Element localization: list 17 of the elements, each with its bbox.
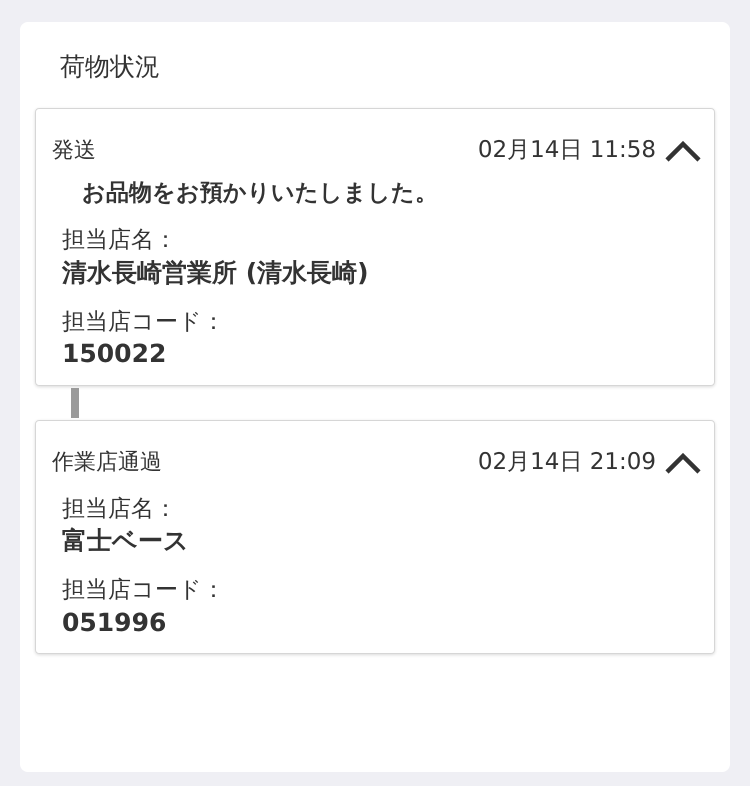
chevron-up-icon[interactable] (664, 450, 702, 475)
field-label: 担当店コード： (62, 308, 226, 336)
field-label: 担当店コード： (62, 576, 226, 605)
event-message: お品物をお預かりいたしました。 (82, 178, 439, 208)
field-value: 051996 (62, 606, 168, 639)
field-value: 150022 (62, 338, 168, 370)
event-status: 発送 (52, 138, 96, 164)
event-time: 02月14日 11:58 (478, 137, 656, 165)
field-label: 担当店名： (62, 226, 178, 256)
field-value: 清水長崎営業所 (清水長崎) (62, 257, 370, 290)
section-title: 荷物状況 (60, 52, 161, 82)
timeline-connector (71, 388, 79, 418)
field-label: 担当店名： (62, 494, 178, 524)
event-status: 作業店通過 (52, 450, 162, 476)
field-value: 富士ベース (62, 525, 190, 558)
event-time: 02月14日 21:09 (478, 448, 656, 477)
chevron-up-icon[interactable] (664, 138, 702, 163)
